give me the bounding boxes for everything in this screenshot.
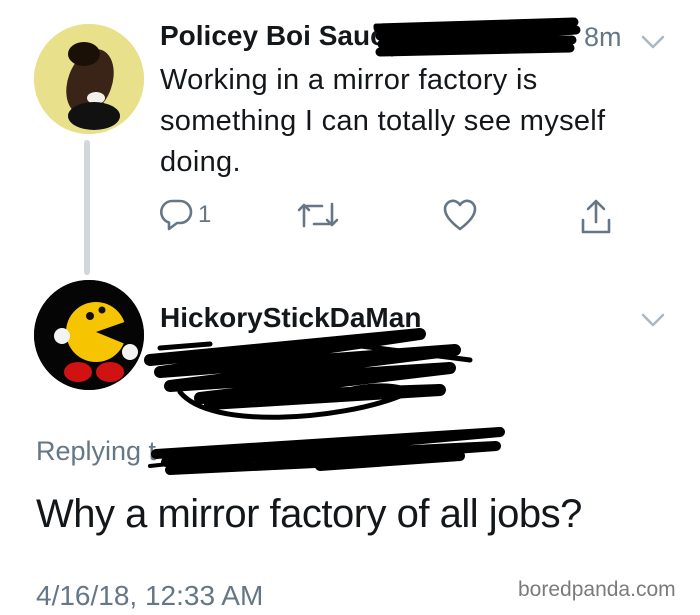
replying-to-redaction <box>148 427 505 475</box>
username-redaction <box>373 17 581 57</box>
redaction-scribbles <box>144 17 581 475</box>
handle-redaction <box>144 328 473 420</box>
